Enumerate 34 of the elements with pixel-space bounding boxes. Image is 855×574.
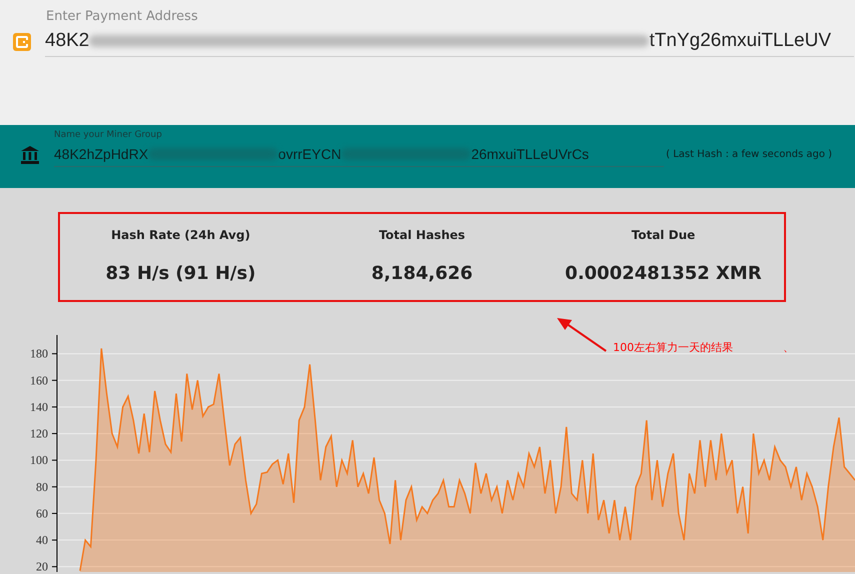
y-tick [52, 353, 58, 354]
y-tick [52, 406, 58, 408]
stat-value: 0.0002481352 XMR [565, 262, 762, 286]
last-hash-text: ( Last Hash : a few seconds ago ) [666, 148, 832, 162]
y-tick [52, 566, 58, 568]
field-label: Enter Payment Address [46, 8, 199, 26]
stat-label: Total Due [632, 227, 696, 244]
y-tick [52, 433, 58, 434]
tick-label: 40 [36, 533, 48, 548]
input-field[interactable]: 48K2 tTnYg26mxuiTLLeUV [45, 26, 854, 56]
tick-label: 120 [30, 426, 48, 441]
tick-label: 160 [30, 373, 48, 388]
stat-value: 8,184,626 [371, 262, 473, 286]
tick-label: 180 [30, 346, 48, 361]
tick-label: 60 [36, 506, 48, 520]
y-tick [52, 380, 58, 381]
tick-label: 100 [30, 453, 48, 468]
arrow [556, 318, 608, 354]
y-tick [52, 512, 58, 514]
tick-label: 80 [36, 480, 48, 494]
annotation-text: 100左右算力一天的结果 [613, 340, 733, 356]
y-tick [52, 460, 58, 461]
tick-label: 20 [36, 560, 48, 572]
y-tick [52, 486, 58, 488]
stat-label: Total Hashes [378, 227, 466, 244]
field-label: Name your Miner Group [54, 129, 163, 142]
stat-label: Hash Rate (24h Avg) [111, 227, 250, 244]
annotation-mark: 、 [783, 340, 794, 356]
bank-icon [20, 144, 40, 164]
input-field[interactable]: 48K2hZpHdRX ovrrEYCN 26mxuiTLLeUVrCs [54, 142, 664, 166]
tick-label: 140 [30, 400, 48, 414]
y-tick [52, 540, 58, 541]
wallet-icon [12, 32, 32, 52]
stat-value: 83 H/s (91 H/s) [106, 262, 256, 286]
